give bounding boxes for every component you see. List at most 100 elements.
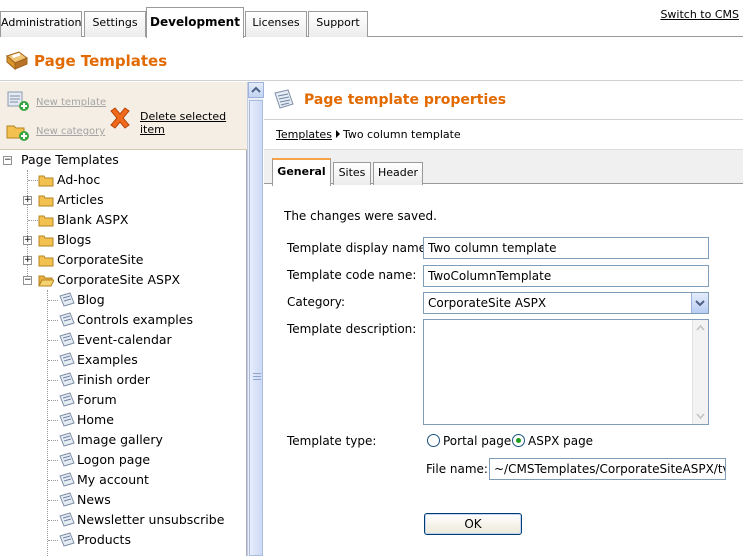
breadcrumb-templates-link[interactable]: Templates	[276, 128, 332, 141]
tree-connector	[48, 300, 58, 301]
textarea-scrollbar[interactable]	[692, 320, 708, 424]
tree-item[interactable]: + Blogs	[0, 230, 240, 250]
tree-item[interactable]: Blank ASPX	[0, 210, 240, 230]
tree-item[interactable]: Image gallery	[0, 430, 240, 450]
left-panel: New template New category Delete selecte…	[0, 82, 247, 556]
switch-to-cms-link[interactable]: Switch to CMS	[660, 8, 739, 21]
tree-connector	[48, 360, 58, 361]
scroll-grip	[253, 373, 261, 374]
tab-licenses[interactable]: Licenses	[245, 11, 307, 37]
category-select[interactable]: CorporateSite ASPX	[423, 292, 709, 314]
left-panel-scrollbar[interactable]	[247, 82, 264, 556]
tree-connector	[48, 380, 58, 381]
tree-item[interactable]: + Articles	[0, 190, 240, 210]
tree-item-label: My account	[77, 472, 149, 487]
scroll-up-button[interactable]	[248, 82, 264, 98]
delete-selected-link[interactable]: Delete selected item	[140, 110, 247, 136]
tree-item[interactable]: Finish order	[0, 370, 240, 390]
properties-title: Page template properties	[304, 92, 507, 108]
tree-item-label: Image gallery	[77, 432, 163, 447]
tab-development[interactable]: Development	[146, 7, 244, 38]
chevron-down-icon	[696, 413, 705, 420]
portal-page-label[interactable]: Portal page	[443, 434, 511, 448]
tree-connector	[48, 460, 58, 461]
tree-item[interactable]: + CorporateSite	[0, 250, 240, 270]
tree-item[interactable]: Home	[0, 410, 240, 430]
tree-item[interactable]: Examples	[0, 350, 240, 370]
aspx-page-radio[interactable]	[512, 434, 525, 447]
tree-item[interactable]: Ad-hoc	[0, 170, 240, 190]
properties-tabs: General Sites Header	[264, 149, 743, 186]
tab-label: Support	[316, 16, 360, 29]
display-name-input[interactable]: Two column template	[423, 237, 709, 259]
tree-item[interactable]: Controls examples	[0, 310, 240, 330]
page-title: Page Templates	[34, 52, 168, 70]
tree-item[interactable]: − CorporateSite ASPX	[0, 270, 240, 290]
scroll-grip	[253, 376, 261, 377]
breadcrumb-current: Two column template	[342, 128, 461, 141]
tree-item-label: Examples	[77, 352, 138, 367]
tab-label: Header	[377, 166, 419, 179]
collapse-icon[interactable]: −	[23, 276, 32, 285]
tab-header[interactable]: Header	[373, 162, 423, 185]
top-tab-bar: Administration Settings Development Lice…	[0, 0, 743, 38]
chevron-down-icon	[695, 300, 705, 307]
tree-item-label: Blank ASPX	[57, 212, 129, 227]
tab-settings[interactable]: Settings	[84, 11, 146, 37]
tab-label: Administration	[1, 16, 82, 29]
tree-item[interactable]: Blog	[0, 290, 240, 310]
properties-header: Page template properties	[264, 82, 743, 120]
tree-connector	[28, 220, 38, 221]
scroll-grip	[253, 379, 261, 380]
code-name-input[interactable]: TwoColumnTemplate	[423, 265, 709, 287]
expand-icon[interactable]: +	[23, 236, 32, 245]
tree-item[interactable]: Logon page	[0, 450, 240, 470]
ok-button[interactable]: OK	[424, 513, 522, 535]
new-template-link[interactable]: New template	[36, 97, 106, 108]
tab-administration[interactable]: Administration	[0, 11, 82, 37]
expand-icon[interactable]: +	[23, 256, 32, 265]
expand-icon[interactable]: +	[23, 196, 32, 205]
tab-general[interactable]: General	[272, 158, 331, 186]
tab-label: Licenses	[252, 16, 300, 29]
scroll-down-button[interactable]	[693, 408, 708, 424]
category-label: Category:	[287, 295, 345, 309]
tree-item[interactable]: Newsletter unsubscribe	[0, 510, 240, 530]
save-confirmation-message: The changes were saved.	[284, 209, 437, 223]
tab-label: Development	[150, 15, 240, 29]
scroll-up-button[interactable]	[693, 320, 708, 336]
breadcrumb-arrow-icon	[335, 130, 340, 138]
aspx-page-label[interactable]: ASPX page	[528, 434, 593, 448]
tree-item-label: Blogs	[57, 232, 92, 247]
new-category-icon	[6, 120, 30, 145]
tree-item[interactable]: Forum	[0, 390, 240, 410]
chevron-up-icon	[696, 324, 705, 331]
file-name-label: File name:	[426, 462, 488, 476]
description-label: Template description:	[287, 322, 417, 336]
portal-page-radio[interactable]	[427, 434, 440, 447]
code-name-label: Template code name:	[287, 268, 417, 282]
tree-item[interactable]: My account	[0, 470, 240, 490]
dropdown-button[interactable]	[691, 293, 708, 313]
tree-connector	[48, 340, 58, 341]
scroll-thumb[interactable]	[249, 100, 263, 556]
tree-item[interactable]: Event-calendar	[0, 330, 240, 350]
tree-connector	[48, 420, 58, 421]
tab-sites[interactable]: Sites	[333, 162, 371, 185]
tree-connector	[48, 320, 58, 321]
template-tree: − Page Templates Ad-hoc + Articles Blank…	[0, 150, 247, 556]
new-category-link[interactable]: New category	[36, 126, 105, 137]
tree-item-label: CorporateSite	[57, 252, 144, 267]
tree-item-label: Home	[77, 412, 114, 427]
tree-item-label: Finish order	[77, 372, 150, 387]
collapse-icon[interactable]: −	[3, 156, 12, 165]
breadcrumb: Templates Two column template	[276, 128, 461, 141]
tree-item[interactable]: News	[0, 490, 240, 510]
description-textarea[interactable]	[423, 319, 709, 425]
tree-item[interactable]: Products	[0, 530, 240, 550]
tab-support[interactable]: Support	[308, 11, 368, 37]
tree-connector	[48, 520, 58, 521]
tree-root[interactable]: − Page Templates	[0, 150, 240, 170]
file-name-input[interactable]: ~/CMSTemplates/CorporateSiteASPX/tv	[489, 458, 726, 480]
properties-icon	[272, 88, 296, 115]
